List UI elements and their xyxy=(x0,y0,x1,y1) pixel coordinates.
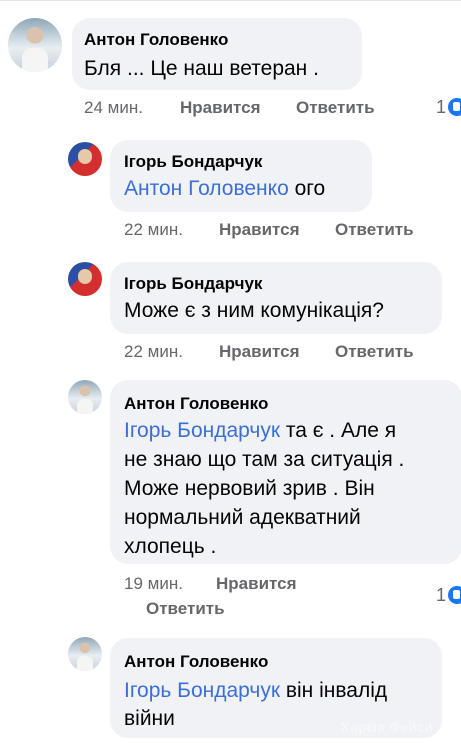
comment-text: Бля ... Це наш ветеран . xyxy=(84,57,319,80)
comment-timestamp[interactable]: 24 мин. xyxy=(84,98,143,118)
comment-text: Ігорь Бондарчук він інвалід xyxy=(124,676,387,705)
like-button[interactable]: Нравится xyxy=(216,574,297,594)
comment-text-line: нормальний адекватний xyxy=(124,506,361,529)
comment-text-body: ого xyxy=(288,177,326,200)
avatar[interactable] xyxy=(68,637,102,671)
comment-text-line: не знаю що там за ситуація . xyxy=(124,448,405,471)
comment-author[interactable]: Антон Головенко xyxy=(84,30,228,50)
comment-text: Може є з ним комунікація? xyxy=(124,299,384,322)
avatar[interactable] xyxy=(8,18,62,72)
comment-timestamp[interactable]: 22 мин. xyxy=(124,342,183,362)
comment-text: Антон Головенко ого xyxy=(124,174,325,203)
comment-text-line: він інвалід xyxy=(280,679,388,702)
like-button[interactable]: Нравится xyxy=(219,342,300,362)
like-reaction-icon[interactable] xyxy=(448,98,461,116)
reaction-count[interactable]: 1 xyxy=(436,585,446,606)
like-button[interactable]: Нравится xyxy=(219,220,300,240)
comment-text-line: хлопець . xyxy=(124,535,217,558)
reaction-count[interactable]: 1 xyxy=(436,97,446,118)
comment-timestamp[interactable]: 19 мин. xyxy=(124,574,183,594)
comment-author[interactable]: Ігорь Бондарчук xyxy=(124,152,262,172)
reply-button[interactable]: Ответить xyxy=(146,599,225,619)
avatar[interactable] xyxy=(68,262,102,296)
comment-author[interactable]: Ігорь Бондарчук xyxy=(124,274,262,294)
like-reaction-icon[interactable] xyxy=(448,586,461,604)
mention-link[interactable]: Ігорь Бондарчук xyxy=(124,679,280,702)
mention-link[interactable]: Ігорь Бондарчук xyxy=(124,419,280,442)
comment-text-line: Може нервовий зрив . Він xyxy=(124,477,375,500)
mention-link[interactable]: Антон Головенко xyxy=(124,177,289,200)
top-divider xyxy=(0,0,461,1)
comment-text-line: та є . Але я xyxy=(280,419,397,442)
avatar[interactable] xyxy=(68,142,102,176)
like-button[interactable]: Нравится xyxy=(180,98,261,118)
reply-button[interactable]: Ответить xyxy=(335,220,414,240)
comment-author[interactable]: Антон Головенко xyxy=(124,394,268,414)
avatar[interactable] xyxy=(68,380,102,414)
comment-author[interactable]: Антон Головенко xyxy=(124,652,268,672)
comment-text: Ігорь Бондарчук та є . Але я xyxy=(124,416,396,445)
reply-button[interactable]: Ответить xyxy=(335,342,414,362)
comment-text-line: війни xyxy=(124,707,175,730)
comment-timestamp[interactable]: 22 мин. xyxy=(124,220,183,240)
watermark: Харків Фейси xyxy=(340,719,433,735)
reply-button[interactable]: Ответить xyxy=(296,98,375,118)
